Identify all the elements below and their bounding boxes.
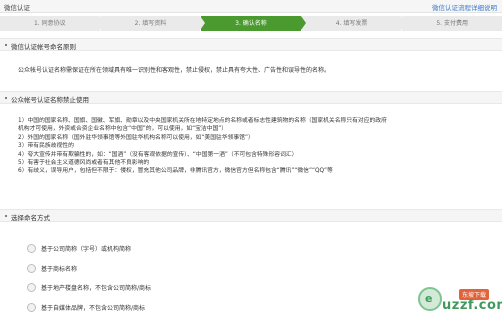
step-fill-invoice[interactable]: 4. 填写发票 [301,16,406,31]
radio-button[interactable] [27,263,36,273]
watermark-brand: uzzf.com [442,298,502,313]
option-label: 基于地产楼盘名称，不包含公司简称/商标 [41,285,152,293]
bullet-icon [5,44,7,46]
section-title: 微信认证帐号命名原则 [11,43,76,51]
step-fill-info[interactable]: 2. 填写资料 [100,16,205,31]
section-header-principle: 微信认证帐号命名原则 [0,38,502,51]
rule-item: 2）外国的国家名称（国外驻华领事馆等外国驻华机构名称可以使用，如“美国驻华领事馆… [18,134,254,141]
step-agree-terms[interactable]: 1. 同意协议 [0,16,105,31]
rule-item: 6）有歧义，误导用户，包括但不限于：侵权，冒充其他公司品牌，非腾讯官方，微信官方… [18,168,333,175]
prohibited-rules-list: 1）中国的国家名称、国旗、国徽、军旗、勋章以及中央国家机关所在地特定地点的名称或… [18,117,498,176]
rule-item: 4）夸大宣传并带有欺骗性的，如：“国酒”（没有客观依据的宣传）、“中国第一酒”（… [18,151,298,158]
top-bar: 微信认证 微信认证流程详细说明 [0,0,502,13]
option-label: 基于商标名称 [41,265,78,273]
option-self-media[interactable]: 基于自媒体品牌，不包含公司简称/商标 [27,298,151,316]
section-title: 公众帐号认证名称禁止使用 [11,96,89,104]
help-link[interactable]: 微信认证流程详细说明 [432,2,497,12]
section-header-naming: 选择命名方式 [0,209,502,222]
rule-item: 5）有害于社会主义道德风尚或者有其他不良影响的 [18,160,150,167]
option-label: 基于自媒体品牌，不包含公司简称/商标 [41,304,146,312]
option-real-estate[interactable]: 基于地产楼盘名称，不包含公司简称/商标 [27,278,151,298]
option-trademark[interactable]: 基于商标名称 [27,259,151,279]
bullet-icon [5,97,7,99]
naming-options: 基于公司简称（字号）或机构简称 基于商标名称 基于地产楼盘名称，不包含公司简称/… [27,239,151,316]
rule-item: 机构才可使用，外资或合资企业名称中包含“中国”的，可以使用，如“宝洁中国”） [18,126,228,133]
step-pay-fee[interactable]: 5. 支付费用 [402,16,502,31]
principle-text: 公众帐号认证名称需保证在所在领域具有唯一识别性和客观性，禁止侵权，禁止具有夸大性… [18,67,331,74]
radio-button[interactable] [27,283,36,293]
section-header-prohibited: 公众帐号认证名称禁止使用 [0,91,502,104]
bullet-icon [5,215,7,217]
option-label: 基于公司简称（字号）或机构简称 [41,246,132,254]
rule-item: 3）带有民族歧视性的 [18,143,74,150]
watermark-logo: e 东坡下载 uzzf.com [418,287,502,316]
page-title: 微信认证 [4,4,30,12]
logo-orb-icon: e [418,287,442,311]
section-title: 选择命名方式 [11,214,50,222]
radio-button[interactable] [27,302,36,312]
step-progress-bar: 1. 同意协议 2. 填写资料 3. 确认名称 4. 填写发票 5. 支付费用 [0,16,502,31]
rule-item: 1）中国的国家名称、国旗、国徽、军旗、勋章以及中央国家机关所在地特定地点的名称或… [18,118,387,124]
radio-button[interactable] [27,244,36,254]
step-confirm-name[interactable]: 3. 确认名称 [201,16,306,31]
option-company-abbreviation[interactable]: 基于公司简称（字号）或机构简称 [27,239,151,259]
